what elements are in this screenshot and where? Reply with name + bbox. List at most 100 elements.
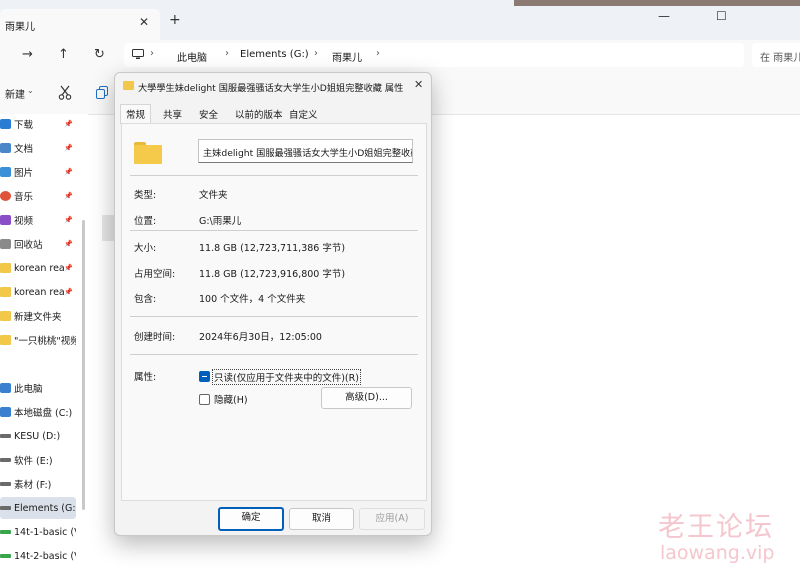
type-value: 文件夹: [199, 190, 228, 201]
pin-icon[interactable]: 📌: [64, 144, 73, 152]
sidebar-item[interactable]: 下载 📌: [0, 113, 76, 135]
properties-dialog: 大學學生妹delight 国服最强骚话女大学生小D姐姐完整收藏 属性 ✕ 常规 …: [114, 72, 432, 536]
drive-icon: [0, 530, 11, 534]
tab-current-folder[interactable]: 雨果儿 ✕: [0, 9, 160, 40]
sidebar-item[interactable]: 新建文件夹: [0, 305, 76, 327]
sidebar-item[interactable]: korean real 📌: [0, 281, 76, 303]
search-input[interactable]: 在 雨果儿: [752, 43, 800, 67]
sidebar-item-label: 视频: [14, 216, 34, 227]
folder-icon: [0, 263, 11, 273]
location-label: 位置:: [134, 216, 157, 227]
sidebar-item-label: 14t-2-basic (V: [14, 550, 76, 562]
tab-security[interactable]: 安全: [199, 107, 218, 121]
sidebar-item[interactable]: 软件 (E:): [0, 449, 76, 471]
refresh-icon[interactable]: ↻: [94, 47, 105, 62]
address-bar[interactable]: › 此电脑 › Elements (G:) › 雨果儿 ›: [124, 43, 744, 67]
forward-arrow-icon[interactable]: →: [22, 47, 33, 62]
tab-general[interactable]: 常规: [120, 104, 152, 124]
breadcrumb-drive-g[interactable]: Elements (G:): [240, 49, 309, 60]
divider: [130, 230, 418, 231]
ok-button[interactable]: 确定: [218, 507, 284, 531]
sidebar-item[interactable]: "一只桃桃"视频: [0, 329, 76, 351]
hidden-checkbox[interactable]: [199, 394, 210, 405]
navigation-pane: 下载 📌 文档 📌 图片 📌 音乐 📌 视频 📌 回收站 📌 korean real 📌 korean re…: [0, 114, 88, 574]
cancel-button[interactable]: 取消: [289, 508, 354, 530]
chevron-down-icon[interactable]: ⌄: [27, 86, 34, 95]
sidebar-item[interactable]: 文档 📌: [0, 137, 76, 159]
sidebar-item-label: KESU (D:): [14, 430, 61, 442]
pin-icon[interactable]: 📌: [64, 120, 73, 128]
tab-customize[interactable]: 自定义: [289, 107, 318, 121]
sidebar-item[interactable]: 14t-1-basic (V: [0, 521, 76, 543]
pin-icon[interactable]: 📌: [64, 288, 73, 296]
sidebar-item[interactable]: 素材 (F:): [0, 473, 76, 495]
drive-icon: [0, 482, 11, 486]
new-button[interactable]: 新建: [5, 86, 25, 101]
tab-strip: 雨果儿 ✕ + — ☐: [0, 0, 800, 40]
sidebar-item-label: 音乐: [14, 192, 34, 203]
sidebar-item-label: 新建文件夹: [14, 312, 62, 323]
sidebar-item-label: Elements (G:): [14, 502, 76, 514]
folder-name-input[interactable]: 主妹delight 国服最强骚话女大学生小D姐姐完整收藏: [198, 139, 413, 163]
folder-name-value: 主妹delight 国服最强骚话女大学生小D姐姐完整收藏: [203, 148, 413, 159]
sidebar-item[interactable]: 图片 📌: [0, 161, 76, 183]
search-placeholder: 在 雨果儿: [760, 53, 800, 64]
sidebar-item[interactable]: 14t-2-basic (V: [0, 545, 76, 567]
drive-icon: [0, 458, 11, 462]
sidebar-item-label: 本地磁盘 (C:): [14, 408, 73, 419]
computer-icon: [132, 49, 144, 59]
pin-icon[interactable]: 📌: [64, 216, 73, 224]
up-arrow-icon[interactable]: ↑: [58, 47, 69, 62]
tab-previous-versions[interactable]: 以前的版本: [235, 107, 283, 121]
pin-icon[interactable]: 📌: [64, 192, 73, 200]
breadcrumb-separator: ›: [150, 48, 154, 59]
advanced-button[interactable]: 高级(D)...: [321, 387, 412, 409]
sidebar-item-label: 图片: [14, 168, 34, 179]
contains-value: 100 个文件，4 个文件夹: [199, 294, 306, 305]
sidebar-scrollbar[interactable]: [82, 220, 85, 510]
sidebar-item[interactable]: 音乐 📌: [0, 185, 76, 207]
minimize-icon[interactable]: —: [658, 9, 670, 23]
close-icon[interactable]: ✕: [139, 15, 149, 29]
watermark-url: laowang.vip: [660, 542, 775, 564]
sidebar-item[interactable]: korean real 📌: [0, 257, 76, 279]
hidden-label[interactable]: 隐藏(H): [214, 392, 248, 406]
dialog-title: 大學學生妹delight 国服最强骚话女大学生小D姐姐完整收藏 属性: [138, 83, 404, 94]
sidebar-item-label: korean real: [14, 286, 64, 298]
breadcrumb-this-pc[interactable]: 此电脑: [177, 49, 207, 64]
close-icon[interactable]: ✕: [414, 78, 423, 91]
copy-icon[interactable]: [96, 86, 108, 99]
sidebar-item[interactable]: 视频 📌: [0, 209, 76, 231]
readonly-label[interactable]: 只读(仅应用于文件夹中的文件)(R): [212, 369, 361, 385]
tab-sharing[interactable]: 共享: [163, 107, 182, 121]
sidebar-item[interactable]: 本地磁盘 (C:): [0, 401, 76, 423]
maximize-icon[interactable]: ☐: [716, 9, 727, 23]
dialog-titlebar[interactable]: 大學學生妹delight 国服最强骚话女大学生小D姐姐完整收藏 属性 ✕: [115, 73, 431, 99]
sidebar-item[interactable]: Elements (G:): [0, 497, 76, 519]
breadcrumb-current-folder[interactable]: 雨果儿: [332, 49, 362, 64]
folder-icon: [0, 335, 11, 345]
sidebar-item-label: 回收站: [14, 240, 43, 251]
sidebar-item-label: 下载: [14, 120, 34, 131]
breadcrumb-separator: ›: [314, 48, 318, 59]
drive-icon: [0, 434, 11, 438]
pin-icon[interactable]: 📌: [64, 240, 73, 248]
folder-icon: [123, 81, 134, 90]
divider: [130, 175, 418, 176]
pin-icon[interactable]: 📌: [64, 168, 73, 176]
readonly-checkbox[interactable]: [199, 371, 210, 382]
watermark-title: 老王论坛: [658, 512, 774, 543]
file-list-item-partial: [102, 215, 114, 241]
sidebar-item[interactable]: 此电脑: [0, 377, 76, 399]
created-label: 创建时间:: [134, 332, 176, 343]
divider: [130, 354, 418, 355]
sidebar-item[interactable]: 回收站 📌: [0, 233, 76, 255]
pin-icon[interactable]: 📌: [64, 264, 73, 272]
apply-button[interactable]: 应用(A): [359, 508, 425, 530]
sidebar-item[interactable]: KESU (D:): [0, 425, 76, 447]
type-label: 类型:: [134, 190, 157, 201]
cut-icon[interactable]: [58, 85, 72, 100]
attributes-label: 属性:: [134, 372, 157, 383]
location-value: G:\雨果儿: [199, 216, 242, 227]
new-tab-icon[interactable]: +: [169, 12, 181, 28]
